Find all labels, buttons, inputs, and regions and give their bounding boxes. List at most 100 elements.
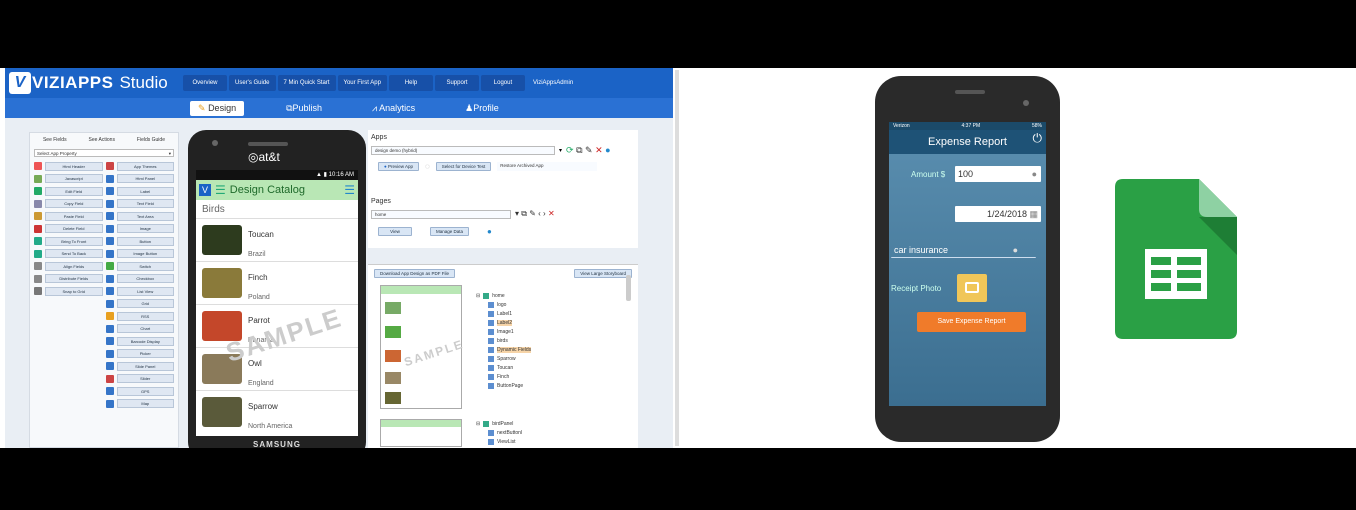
tree-root[interactable]: ⊟ birdPanel — [476, 419, 522, 428]
tree-item[interactable]: Label1 — [476, 309, 531, 318]
tool-edit-field[interactable]: Edit Field — [34, 186, 103, 196]
nav-admin[interactable]: ViziAppsAdmin — [527, 75, 579, 91]
tool-barcode-display[interactable]: Barcode Display — [105, 336, 174, 346]
app-tools-icons[interactable]: ⟳ ⧉ ✎ ✕ ● — [566, 145, 611, 156]
archive-select[interactable]: Restore Archived App — [497, 162, 598, 171]
page-next-icon[interactable]: › — [543, 209, 546, 218]
hamburger-icon[interactable]: ☰ — [215, 183, 226, 197]
page-prev-icon[interactable]: ‹ — [538, 209, 541, 218]
nav-support[interactable]: Support — [434, 75, 479, 91]
tree-item[interactable]: Toucan — [476, 363, 531, 372]
tree-item[interactable]: ViewList — [476, 437, 522, 446]
tab-see-actions[interactable]: See Actions — [89, 137, 115, 143]
view-page-button[interactable]: View — [378, 227, 412, 236]
info-icon[interactable]: ● — [487, 227, 492, 236]
list-item[interactable]: Sparrow North America — [196, 390, 358, 433]
nav-logout[interactable]: Logout — [480, 75, 525, 91]
tool-slider[interactable]: Slider — [105, 374, 174, 384]
scrollbar[interactable] — [626, 275, 631, 301]
tool-list-view[interactable]: List View — [105, 286, 174, 296]
edit-icon[interactable]: ✎ — [529, 209, 536, 218]
manage-data-button[interactable]: Manage Data — [430, 227, 470, 236]
tool-paste-field[interactable]: Paste Field — [34, 211, 103, 221]
tool-copy-field[interactable]: Copy Field — [34, 199, 103, 209]
storyboard-thumbnail[interactable]: SAMPLE — [380, 285, 466, 409]
preview-app-button[interactable]: ● Preview App — [378, 162, 419, 171]
amount-field[interactable]: 100 ● — [955, 166, 1041, 182]
collapse-icon[interactable]: ⊟ — [476, 421, 480, 427]
tool-javascript[interactable]: Javascript — [34, 174, 103, 184]
tree-item[interactable]: Dynamic Fields — [476, 345, 532, 354]
tool-html-header[interactable]: Html Header — [34, 161, 103, 171]
tab-design[interactable]: ✎ Design — [190, 100, 245, 116]
delete-icon[interactable]: ✕ — [548, 209, 555, 218]
tool-distribute-fields[interactable]: Distribute Fields — [34, 274, 103, 284]
tool-delete-field[interactable]: Delete Field — [34, 224, 103, 234]
collapse-icon[interactable]: ⊟ — [476, 293, 480, 299]
tree-item[interactable]: Label2 — [476, 318, 531, 327]
description-field[interactable]: car insurance ● — [891, 242, 1036, 258]
storyboard-thumbnail-2[interactable] — [380, 419, 462, 447]
tree-item[interactable]: Finch — [476, 372, 531, 381]
tool-chart[interactable]: Chart — [105, 324, 174, 334]
tool-slide-panel[interactable]: Slide Panel — [105, 361, 174, 371]
page-tools-icons[interactable]: ▾ ⧉ ✎ ‹ › ✕ — [515, 209, 555, 219]
tool-text-field[interactable]: Text Field — [105, 199, 174, 209]
tool-snap-to-grid[interactable]: Snap to Grid — [34, 286, 103, 296]
copy-icon[interactable]: ⧉ — [576, 145, 582, 155]
tool-label[interactable]: Label — [105, 186, 174, 196]
copy-icon[interactable]: ⧉ — [521, 209, 527, 218]
tree-item[interactable]: logo — [476, 300, 531, 309]
tool-image-button[interactable]: Image Button — [105, 249, 174, 259]
tool-map[interactable]: Map — [105, 399, 174, 409]
menu-icon[interactable]: ☰ — [344, 183, 355, 197]
app-select[interactable]: design demo (hybrid) — [371, 146, 555, 155]
nav-users-guide[interactable]: User's Guide — [229, 75, 276, 91]
tool-text-area[interactable]: Text Area — [105, 211, 174, 221]
nav-overview[interactable]: Overview — [183, 75, 227, 91]
clear-icon[interactable]: ● — [1013, 242, 1018, 258]
tree-item[interactable]: ButtonPage — [476, 381, 531, 390]
tool-grid[interactable]: Grid — [105, 299, 174, 309]
download-pdf-button[interactable]: Download App Design as PDF File — [374, 269, 456, 278]
power-icon[interactable]: ⏻ — [1033, 126, 1043, 150]
tree-root[interactable]: ⊟ home — [476, 291, 531, 300]
nav-quick-start[interactable]: 7 Min Quick Start — [277, 75, 336, 91]
tab-publish[interactable]: ⧉Publish — [278, 101, 330, 116]
tool-send-to-back[interactable]: Send To Back — [34, 249, 103, 259]
camera-button[interactable] — [957, 274, 987, 302]
tab-analytics[interactable]: ⩘ Analytics — [364, 101, 423, 116]
edit-icon[interactable]: ✎ — [585, 145, 593, 155]
tool-switch[interactable]: Switch — [105, 261, 174, 271]
date-field[interactable]: 1/24/2018 ▦ — [955, 206, 1041, 222]
large-storyboard-button[interactable]: View Large Storyboard — [574, 269, 632, 278]
nav-first-app[interactable]: Your First App — [337, 75, 387, 91]
tool-image[interactable]: Image — [105, 224, 174, 234]
list-item[interactable]: Finch Poland — [196, 261, 358, 304]
tool-app-themes[interactable]: App Themes — [105, 161, 174, 171]
info-icon[interactable]: ● — [605, 145, 610, 155]
tool-checkbox[interactable]: Checkbox — [105, 274, 174, 284]
tool-html-panel[interactable]: Html Panel — [105, 174, 174, 184]
device-test-button[interactable]: Select for Device Test — [435, 162, 492, 171]
list-item[interactable]: Toucan Brazil — [196, 218, 358, 261]
tool-rss[interactable]: RSS — [105, 311, 174, 321]
tool-gps[interactable]: GPS — [105, 386, 174, 396]
tool-button[interactable]: Button — [105, 236, 174, 246]
tab-see-fields[interactable]: See Fields — [43, 137, 67, 143]
tab-profile[interactable]: ♟Profile — [457, 101, 507, 116]
calendar-icon[interactable]: ▦ — [1029, 206, 1038, 222]
tool-bring-to-front[interactable]: Bring To Front — [34, 236, 103, 246]
tree-item[interactable]: Sparrow — [476, 354, 531, 363]
tree-item[interactable]: Image1 — [476, 327, 531, 336]
refresh-icon[interactable]: ⟳ — [566, 145, 574, 155]
tool-align-fields[interactable]: Align Fields — [34, 261, 103, 271]
save-expense-button[interactable]: Save Expense Report — [917, 312, 1026, 332]
tab-fields-guide[interactable]: Fields Guide — [137, 137, 165, 143]
tree-item[interactable]: birds — [476, 336, 531, 345]
studio-logo[interactable]: V VIZIAPPS Studio — [5, 68, 175, 98]
tree-item[interactable]: nextButtonl — [476, 428, 522, 437]
delete-icon[interactable]: ✕ — [595, 145, 603, 155]
app-property-select[interactable]: Select App Property ▾ — [34, 149, 174, 157]
page-select[interactable]: home — [371, 209, 511, 219]
